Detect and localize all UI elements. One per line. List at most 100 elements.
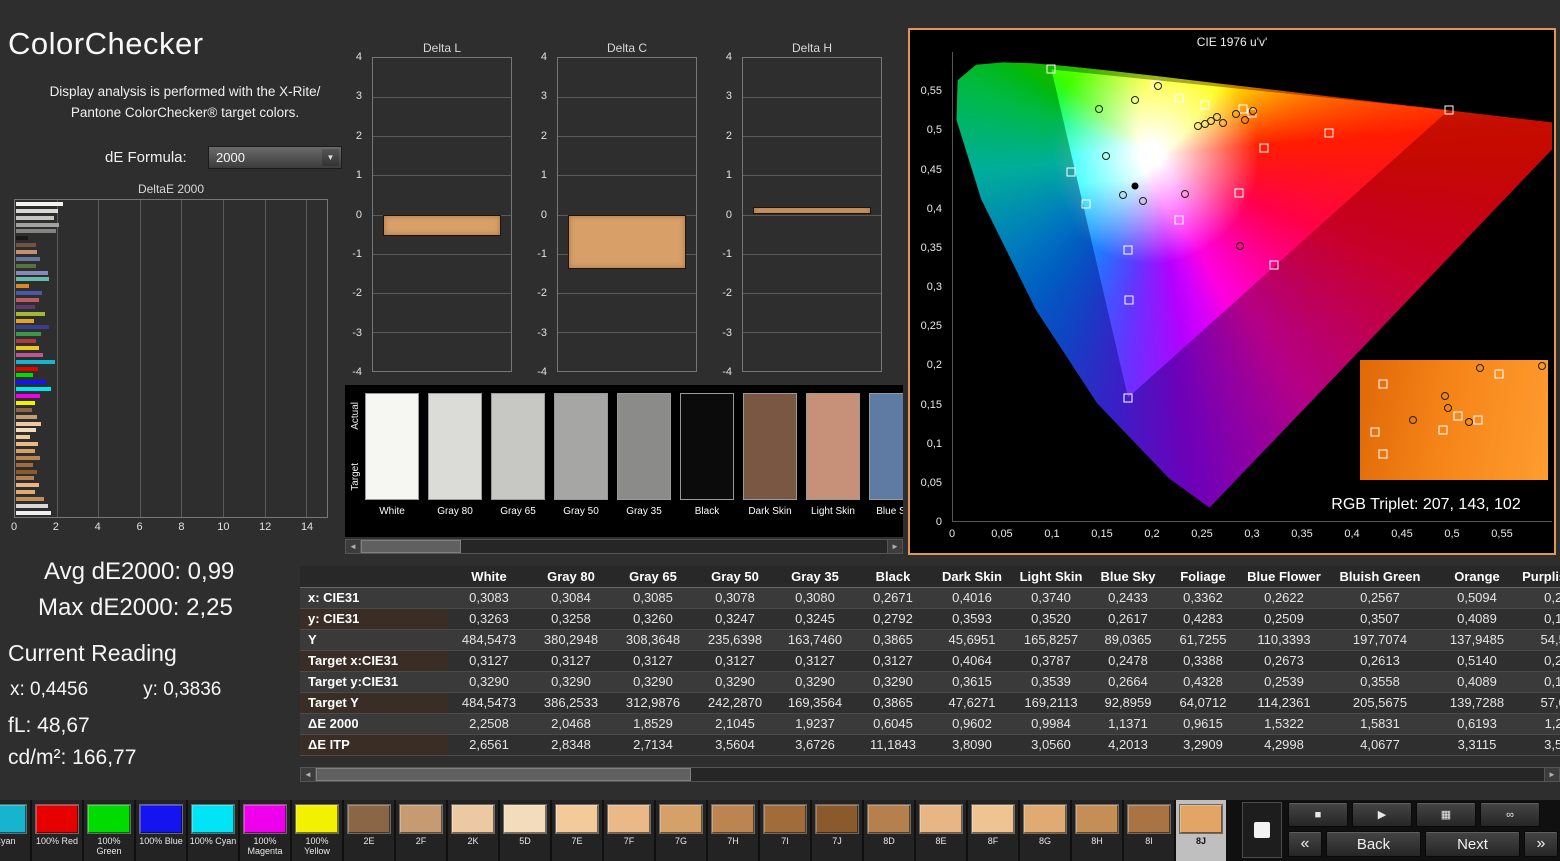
deltae-bar	[16, 311, 45, 316]
patch-label: 7G	[674, 836, 687, 846]
patch-color	[919, 804, 963, 834]
play-button[interactable]: ▶	[1352, 802, 1412, 827]
gridline	[743, 136, 881, 138]
table-cell: 0,3247	[694, 608, 776, 630]
back-chevron-button[interactable]: «	[1288, 831, 1322, 857]
swatch-label: Light Skin	[811, 506, 855, 517]
table-cell: 0,2433	[1090, 587, 1166, 609]
patch-tile-100-green[interactable]: 100% Green	[84, 800, 134, 861]
measurement-marker	[1248, 107, 1257, 116]
next-button[interactable]: Next	[1425, 831, 1520, 857]
deltae-bar	[16, 222, 60, 227]
avg-de2000-stat: Avg dE2000: 0,99	[44, 558, 235, 585]
scrollbar-thumb[interactable]	[316, 768, 691, 781]
axis-tick-label: 0,4	[1344, 528, 1360, 540]
patch-tile-8e[interactable]: 8E	[916, 800, 966, 861]
loop-button[interactable]: ∞	[1480, 802, 1540, 827]
table-cell: 242,2870	[694, 692, 776, 714]
gridline	[373, 175, 511, 177]
patch-tile-7f[interactable]: 7F	[604, 800, 654, 861]
de-formula-dropdown[interactable]: 2000 ▼	[208, 146, 342, 169]
patch-label: 100% Green	[96, 836, 122, 857]
axis-tick-label: 1	[725, 169, 732, 182]
table-cell: 0,3083	[448, 587, 530, 609]
table-cell: 0,3388	[1166, 650, 1240, 672]
patch-tile-8d[interactable]: 8D	[864, 800, 914, 861]
patch-tile-100-yellow[interactable]: 100% Yellow	[292, 800, 342, 861]
gridline	[743, 97, 881, 99]
patch-color	[0, 804, 27, 834]
patch-tile-2k[interactable]: 2K	[448, 800, 498, 861]
patch-tile-7e[interactable]: 7E	[552, 800, 602, 861]
table-cell: 0,3127	[612, 650, 694, 672]
deltae-bar	[16, 243, 36, 248]
scroll-right-icon[interactable]: ►	[887, 540, 902, 553]
back-button[interactable]: Back	[1326, 831, 1421, 857]
color-swatch	[743, 393, 797, 500]
patch-label: 7F	[623, 836, 635, 846]
patch-tile-100-cyan[interactable]: 100% Cyan	[188, 800, 238, 861]
scroll-left-icon[interactable]: ◄	[301, 768, 316, 781]
deltae-chart-title: DeltaE 2000	[137, 182, 205, 196]
scrollbar-track[interactable]	[316, 768, 1544, 781]
measurement-marker	[1180, 190, 1189, 199]
table-column-header: Black	[854, 566, 932, 588]
axis-tick-label: 0	[948, 528, 956, 540]
stop-button[interactable]: ■	[1288, 802, 1348, 827]
table-scrollbar[interactable]: ◄ ►	[300, 767, 1560, 782]
axis-tick-label: 4	[540, 51, 547, 63]
table-cell: 0,3290	[854, 671, 932, 693]
table-cell: 137,9485	[1432, 629, 1522, 651]
table-column-header: Foliage	[1166, 566, 1240, 588]
inset-measurement-marker	[1440, 392, 1449, 400]
axis-tick-label: 0,4	[926, 202, 942, 215]
patch-tile-100-magenta[interactable]: 100% Magenta	[240, 800, 290, 861]
table-column-header: Gray 80	[530, 566, 612, 588]
deltae-bars	[16, 202, 326, 515]
axis-tick-label: -3	[722, 326, 732, 339]
axis-tick-label: 0,2	[926, 359, 942, 372]
patch-tile-2f[interactable]: 2F	[396, 800, 446, 861]
solid-patch-button[interactable]	[1242, 802, 1282, 858]
patch-tile-cyan[interactable]: Cyan	[0, 800, 30, 861]
inset-measurement-marker	[1538, 362, 1547, 370]
swatch-label: Gray 80	[437, 506, 473, 517]
next-chevron-button[interactable]: »	[1524, 831, 1558, 857]
axis-tick-label: -3	[352, 326, 362, 339]
patch-tile-100-red[interactable]: 100% Red	[32, 800, 82, 861]
cie-chart-title: CIE 1976 u'v'	[1196, 35, 1268, 49]
table-cell: 308,3648	[612, 629, 694, 651]
x-value: x: 0,4456	[10, 679, 89, 700]
patch-tile-8g[interactable]: 8G	[1020, 800, 1070, 861]
patch-tile-7g[interactable]: 7G	[656, 800, 706, 861]
inset-target-marker	[1453, 411, 1463, 421]
patch-tile-5d[interactable]: 5D	[500, 800, 550, 861]
cie-y-axis: 0 0,05 0,1 0,15 0,2 0,25 0,3 0,35 0,4 0,45 0,5 0,55	[910, 52, 946, 528]
chevron-down-icon[interactable]: ▼	[322, 149, 339, 166]
deltae-bar	[16, 366, 38, 371]
scrollbar-thumb[interactable]	[361, 540, 461, 553]
inset-target-marker	[1378, 379, 1388, 389]
swatch-row: White Gray 80 Gray 65 Gray 50 Gray 35 Black Da…	[365, 393, 903, 537]
table-cell: 0,4328	[1166, 671, 1240, 693]
patch-tile-8h[interactable]: 8H	[1072, 800, 1122, 861]
scroll-right-icon[interactable]: ►	[1544, 768, 1559, 781]
patch-tile-7j[interactable]: 7J	[812, 800, 862, 861]
swatch-scrollbar[interactable]: ◄ ►	[345, 539, 903, 554]
axis-tick-label: 0,5	[926, 124, 942, 137]
patch-tile-100-blue[interactable]: 100% Blue	[136, 800, 186, 861]
pattern-button[interactable]: ▦	[1416, 802, 1476, 827]
patch-tile-7i[interactable]: 7I	[760, 800, 810, 861]
scroll-left-icon[interactable]: ◄	[346, 540, 361, 553]
patch-tile-8f[interactable]: 8F	[968, 800, 1018, 861]
table-cell: 205,5675	[1328, 692, 1432, 714]
axis-tick-label: 1	[355, 169, 362, 182]
patch-tile-7h[interactable]: 7H	[708, 800, 758, 861]
table-cell: 0,3290	[448, 671, 530, 693]
table-column-header: Blue Sky	[1090, 566, 1166, 588]
patch-tile-2e[interactable]: 2E	[344, 800, 394, 861]
scrollbar-track[interactable]	[361, 540, 887, 553]
patch-tile-8j[interactable]: 8J	[1176, 800, 1226, 861]
target-marker	[1174, 215, 1184, 225]
patch-tile-8i[interactable]: 8I	[1124, 800, 1174, 861]
